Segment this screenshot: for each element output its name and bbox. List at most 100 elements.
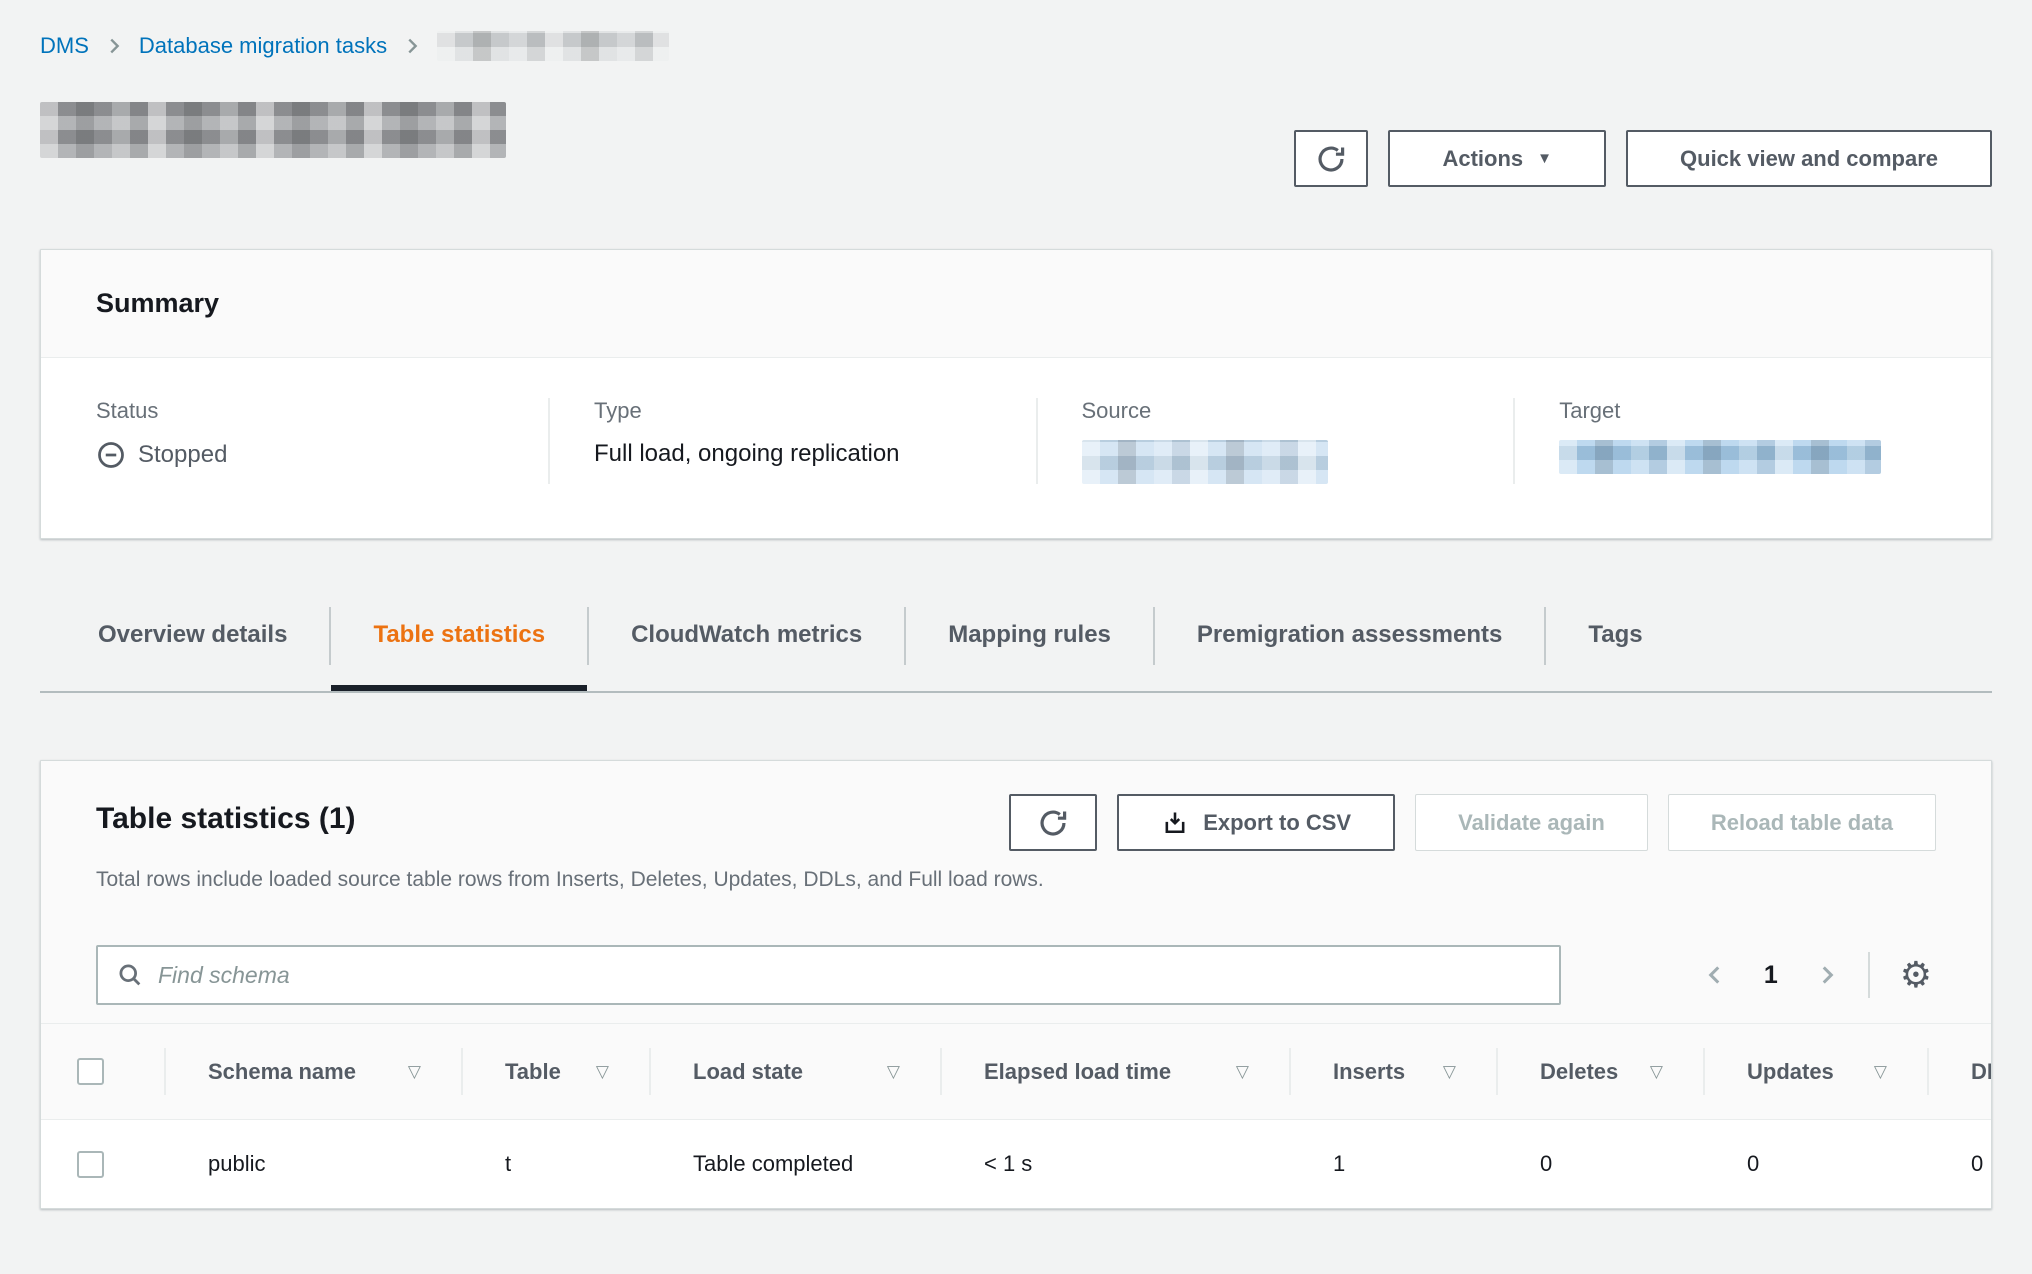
cell-schema-name: public [164,1120,461,1208]
tab-cloudwatch-metrics[interactable]: CloudWatch metrics [589,605,904,691]
validate-button-label: Validate again [1458,810,1605,836]
export-to-csv-button[interactable]: Export to CSV [1117,794,1395,851]
summary-title: Summary [96,288,1936,319]
search-icon [116,961,144,989]
next-page-button[interactable] [1808,956,1846,994]
sort-down-icon: ▽ [1874,1062,1887,1082]
chevron-left-icon [1702,962,1728,988]
summary-field-type: Type Full load, ongoing replication [548,398,1036,484]
summary-panel: Summary Status Stopped Type Full load, o… [40,249,1992,539]
table-statistics-table: Schema name ▽ Table ▽ Load state ▽ Elaps… [41,1023,1991,1208]
summary-field-target: Target [1513,398,1991,484]
page-header-actions: Actions ▼ Quick view and compare [1294,130,1992,187]
sort-down-icon: ▽ [408,1062,421,1082]
table-statistics-title: Table statistics (1) [96,794,356,836]
cell-updates: 0 [1703,1120,1927,1208]
cell-deletes: 0 [1496,1120,1703,1208]
column-label: Inserts [1333,1059,1405,1085]
column-header-elapsed-load-time[interactable]: Elapsed load time ▽ [940,1024,1289,1119]
quick-view-and-compare-button[interactable]: Quick view and compare [1626,130,1992,187]
previous-page-button[interactable] [1696,956,1734,994]
tab-mapping-rules[interactable]: Mapping rules [906,605,1153,691]
sort-down-icon: ▽ [887,1062,900,1082]
status-value: Stopped [96,440,548,470]
column-label: Schema name [208,1059,356,1085]
page-number-button[interactable]: 1 [1764,961,1778,990]
reload-button-label: Reload table data [1711,810,1893,836]
tab-table-statistics[interactable]: Table statistics [331,605,587,691]
row-checkbox-cell [41,1120,164,1208]
table-statistics-description: Total rows include loaded source table r… [41,865,1991,895]
pagination-divider [1868,952,1870,998]
task-detail-tabs: Overview details Table statistics CloudW… [40,605,1992,693]
schema-search-box [96,945,1561,1005]
select-all-checkbox-cell [41,1024,164,1119]
sort-down-icon: ▽ [1236,1062,1249,1082]
gear-icon: ⚙ [1900,954,1932,995]
redacted-page-title [40,102,506,158]
column-header-load-state[interactable]: Load state ▽ [649,1024,940,1119]
pagination: 1 ⚙ [1696,952,1936,998]
summary-panel-header: Summary [41,250,1991,358]
summary-field-status: Status Stopped [41,398,548,484]
table-statistics-panel: Table statistics (1) Export to CSV Valid… [40,760,1992,1209]
cell-load-state: Table completed [649,1120,940,1208]
table-filter-row: 1 ⚙ [41,945,1991,1005]
target-label: Target [1559,398,1991,424]
actions-button[interactable]: Actions ▼ [1388,130,1606,187]
redacted-target-link[interactable] [1559,440,1881,474]
quick-view-button-label: Quick view and compare [1680,146,1938,172]
table-header-row: Schema name ▽ Table ▽ Load state ▽ Elaps… [41,1023,1991,1120]
breadcrumb-link-tasks[interactable]: Database migration tasks [139,33,387,59]
status-label: Status [96,398,548,424]
breadcrumb: DMS Database migration tasks [40,0,1992,62]
sort-down-icon: ▽ [1443,1062,1456,1082]
column-header-deletes[interactable]: Deletes ▽ [1496,1024,1703,1119]
table-statistics-actions: Export to CSV Validate again Reload tabl… [1009,794,1936,851]
status-text: Stopped [138,441,227,469]
tab-tags[interactable]: Tags [1546,605,1684,691]
table-statistics-header: Table statistics (1) Export to CSV Valid… [41,761,1991,851]
reload-table-data-button[interactable]: Reload table data [1668,794,1936,851]
column-header-inserts[interactable]: Inserts ▽ [1289,1024,1496,1119]
refresh-icon [1037,807,1069,839]
table-row: public t Table completed < 1 s 1 0 0 0 [41,1120,1991,1208]
type-value: Full load, ongoing replication [594,440,1036,468]
column-header-table[interactable]: Table ▽ [461,1024,649,1119]
column-label: Load state [693,1059,803,1085]
column-label: Updates [1747,1059,1834,1085]
chevron-right-icon [1814,962,1840,988]
type-label: Type [594,398,1036,424]
cell-elapsed-load-time: < 1 s [940,1120,1289,1208]
tab-premigration-assessments[interactable]: Premigration assessments [1155,605,1544,691]
caret-down-icon: ▼ [1537,151,1552,166]
tab-overview-details[interactable]: Overview details [40,605,329,691]
column-header-ddls[interactable]: DDLs [1927,1024,1991,1119]
column-header-schema-name[interactable]: Schema name ▽ [164,1024,461,1119]
refresh-icon [1315,143,1347,175]
table-refresh-button[interactable] [1009,794,1097,851]
validate-again-button[interactable]: Validate again [1415,794,1648,851]
export-button-label: Export to CSV [1203,810,1351,836]
summary-body: Status Stopped Type Full load, ongoing r… [41,358,1991,538]
row-checkbox[interactable] [77,1151,104,1178]
sort-down-icon: ▽ [596,1062,609,1082]
breadcrumb-link-dms[interactable]: DMS [40,33,89,59]
select-all-checkbox[interactable] [77,1058,104,1085]
summary-field-source: Source [1036,398,1514,484]
page-header: Actions ▼ Quick view and compare [40,102,1992,187]
cell-inserts: 1 [1289,1120,1496,1208]
source-label: Source [1082,398,1514,424]
table-settings-button[interactable]: ⚙ [1896,957,1936,993]
column-label: DDLs [1971,1059,1991,1085]
column-header-updates[interactable]: Updates ▽ [1703,1024,1927,1119]
refresh-button[interactable] [1294,130,1368,187]
download-icon [1161,809,1189,837]
redacted-task-name-crumb [437,31,669,61]
cell-table: t [461,1120,649,1208]
column-label: Elapsed load time [984,1059,1171,1085]
redacted-source-link[interactable] [1082,440,1328,484]
cell-ddls: 0 [1927,1120,1991,1208]
find-schema-input[interactable] [158,962,1541,989]
dms-task-page: DMS Database migration tasks Actions ▼ Q… [0,0,2032,1209]
